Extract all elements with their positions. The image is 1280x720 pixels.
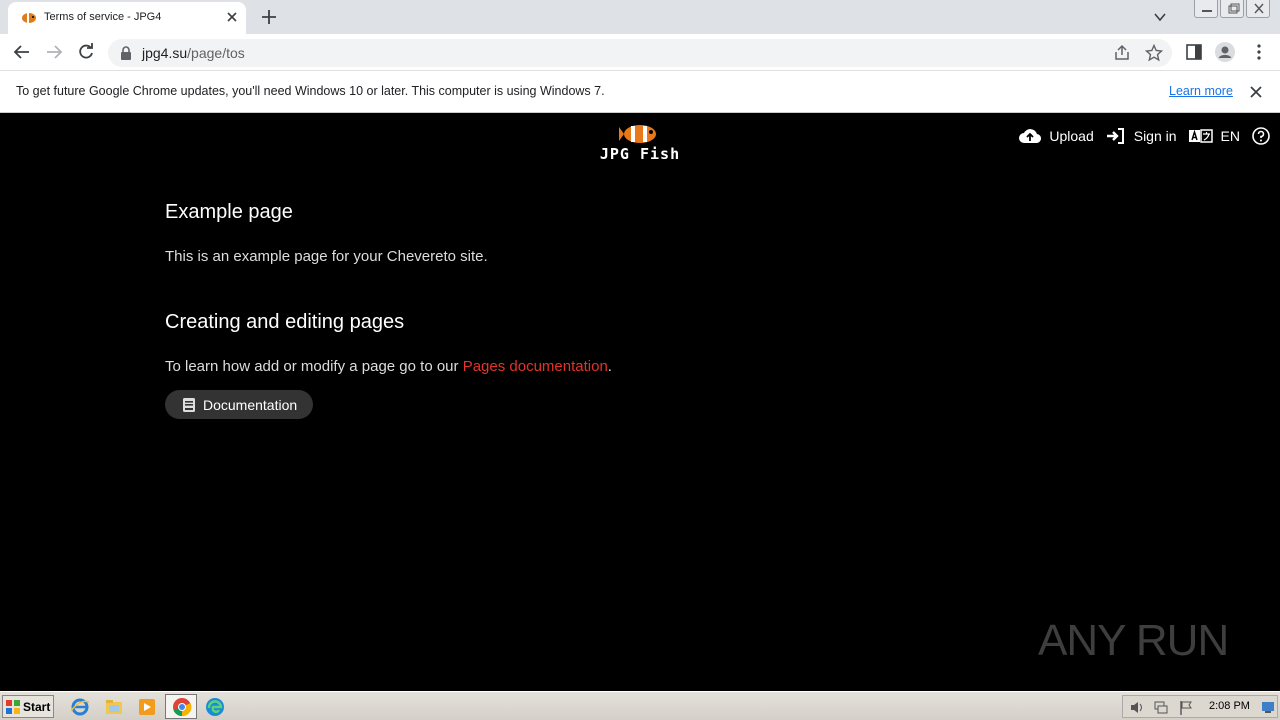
network-icon[interactable] [1153, 700, 1169, 715]
fish-favicon-icon [22, 13, 36, 23]
site-logo[interactable]: JPG Fish [592, 119, 688, 165]
action-center-flag-icon[interactable] [1179, 700, 1193, 715]
tab-search-chevron-icon[interactable] [1153, 10, 1167, 24]
profile-avatar-icon[interactable] [1215, 42, 1235, 62]
documentation-button[interactable]: Documentation [165, 390, 314, 419]
url-path: /page/tos [187, 45, 245, 61]
window-controls [1192, 0, 1270, 20]
close-window-icon [1254, 3, 1264, 14]
minimize-icon [1202, 10, 1212, 12]
infobar-message: To get future Google Chrome updates, you… [16, 84, 605, 98]
anyrun-watermark: ANY RUN [1038, 609, 1229, 673]
media-player-icon[interactable] [137, 697, 157, 717]
reload-icon[interactable] [76, 42, 96, 62]
book-icon [183, 397, 195, 412]
more-menu-icon[interactable] [1249, 42, 1269, 62]
sign-in-label: Sign in [1133, 128, 1177, 144]
internet-explorer-icon[interactable] [70, 697, 90, 717]
browser-tab[interactable]: Terms of service - JPG4 [8, 2, 246, 34]
logo-text: JPG Fish [599, 145, 681, 163]
bookmark-star-icon[interactable] [1145, 44, 1163, 62]
edge-icon[interactable] [205, 697, 225, 717]
url-text[interactable]: jpg4.su/page/tos [142, 45, 245, 61]
help-icon[interactable] [1252, 127, 1270, 145]
docs-paragraph: To learn how add or modify a page go to … [165, 358, 612, 375]
chrome-taskbar-button[interactable] [165, 694, 197, 719]
new-tab-icon[interactable] [260, 8, 278, 26]
language-label: EN [1220, 128, 1240, 144]
page-heading: Example page [165, 201, 293, 223]
back-arrow-icon[interactable] [12, 42, 32, 62]
start-button[interactable]: Start [2, 695, 54, 718]
watermark-text: ANY RUN [1038, 616, 1229, 665]
show-desktop-icon[interactable] [1261, 701, 1275, 714]
minimize-button[interactable] [1194, 0, 1218, 18]
language-selector[interactable]: EN [1188, 128, 1240, 144]
system-tray: 2:08 PM [1122, 695, 1278, 718]
sign-in-icon [1106, 128, 1124, 144]
windows-logo-icon [6, 699, 20, 714]
windows-taskbar: Start 2:08 PM [0, 691, 1280, 720]
docs-paragraph-suffix: . [607, 358, 612, 375]
share-icon[interactable] [1113, 44, 1131, 62]
upload-button[interactable]: Upload [1019, 127, 1094, 145]
docs-paragraph-prefix: To learn how add or modify a page go to … [165, 358, 463, 375]
upload-label: Upload [1049, 128, 1094, 144]
fish-logo-icon [619, 125, 656, 143]
browser-toolbar: jpg4.su/page/tos [0, 34, 1280, 71]
url-domain: jpg4.su [142, 45, 188, 61]
volume-icon[interactable] [1129, 700, 1145, 715]
translate-icon [1188, 129, 1213, 143]
file-explorer-icon[interactable] [104, 697, 124, 717]
intro-paragraph: This is an example page for your Chevere… [165, 248, 488, 265]
infobar-close-icon[interactable] [1248, 84, 1264, 100]
tab-title: Terms of service - JPG4 [44, 11, 162, 23]
tab-close-icon[interactable] [224, 9, 240, 25]
start-label: Start [23, 699, 51, 714]
cloud-upload-icon [1019, 129, 1042, 144]
documentation-label: Documentation [203, 396, 298, 413]
side-panel-icon[interactable] [1184, 42, 1204, 62]
section-heading: Creating and editing pages [165, 311, 405, 333]
update-infobar: To get future Google Chrome updates, you… [0, 71, 1280, 113]
close-window-button[interactable] [1246, 0, 1270, 18]
forward-arrow-icon[interactable] [44, 42, 64, 62]
restore-icon [1228, 3, 1240, 14]
taskbar-clock[interactable]: 2:08 PM [1209, 700, 1250, 712]
tab-strip: Terms of service - JPG4 [0, 0, 1280, 34]
sign-in-button[interactable]: Sign in [1106, 127, 1177, 145]
top-navigation: Upload Sign in EN [1007, 127, 1270, 145]
learn-more-link[interactable]: Learn more [1169, 84, 1233, 98]
address-bar[interactable]: jpg4.su/page/tos [108, 39, 1172, 67]
lock-icon[interactable] [120, 46, 132, 60]
chrome-icon [173, 698, 192, 717]
pages-documentation-link[interactable]: Pages documentation [463, 358, 608, 375]
web-page: JPG Fish Upload Sign in EN Example page … [0, 113, 1280, 691]
restore-button[interactable] [1220, 0, 1244, 18]
